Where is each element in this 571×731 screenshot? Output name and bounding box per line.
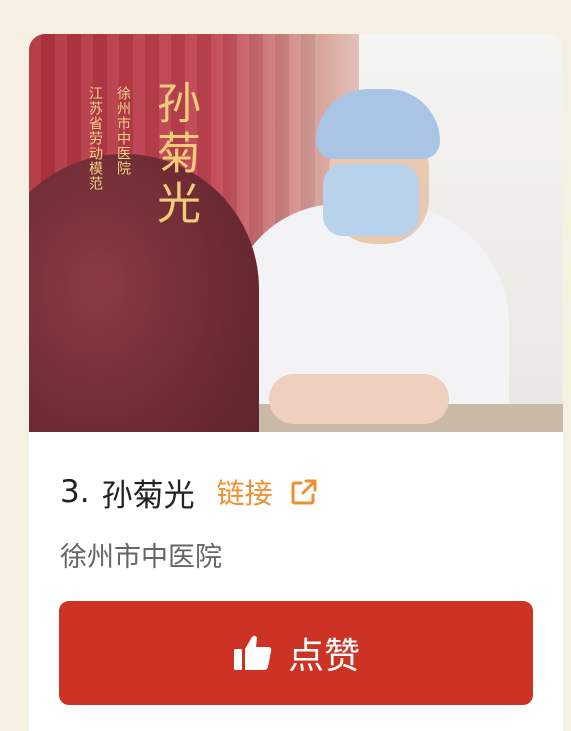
thumbs-up-icon: [233, 635, 272, 670]
doctor-name: 孙菊光: [101, 477, 195, 514]
hospital-name: 徐州市中医院: [60, 542, 222, 573]
photo-title-award: 江苏省劳动模范: [87, 86, 103, 191]
link-label: 链接: [216, 477, 273, 510]
like-label: 点赞: [287, 636, 360, 677]
photo-doctor-mask: [323, 164, 419, 236]
like-button[interactable]: 点赞: [59, 601, 533, 705]
doctor-photo: 江苏省劳动模范 徐州市中医院 孙菊光: [29, 34, 563, 432]
photo-title-hospital: 徐州市中医院: [115, 86, 131, 176]
doctor-card: 江苏省劳动模范 徐州市中医院 孙菊光 3. 孙菊光 链接 徐州市中医院 点赞: [29, 34, 563, 731]
photo-calligraphy-name: 孙菊光: [149, 80, 200, 230]
link-button[interactable]: 链接: [217, 472, 319, 512]
photo-hands: [269, 374, 449, 424]
name-row: 3. 孙菊光 链接: [60, 470, 319, 514]
external-link-icon: [291, 479, 317, 505]
entry-number: 3.: [60, 474, 90, 510]
